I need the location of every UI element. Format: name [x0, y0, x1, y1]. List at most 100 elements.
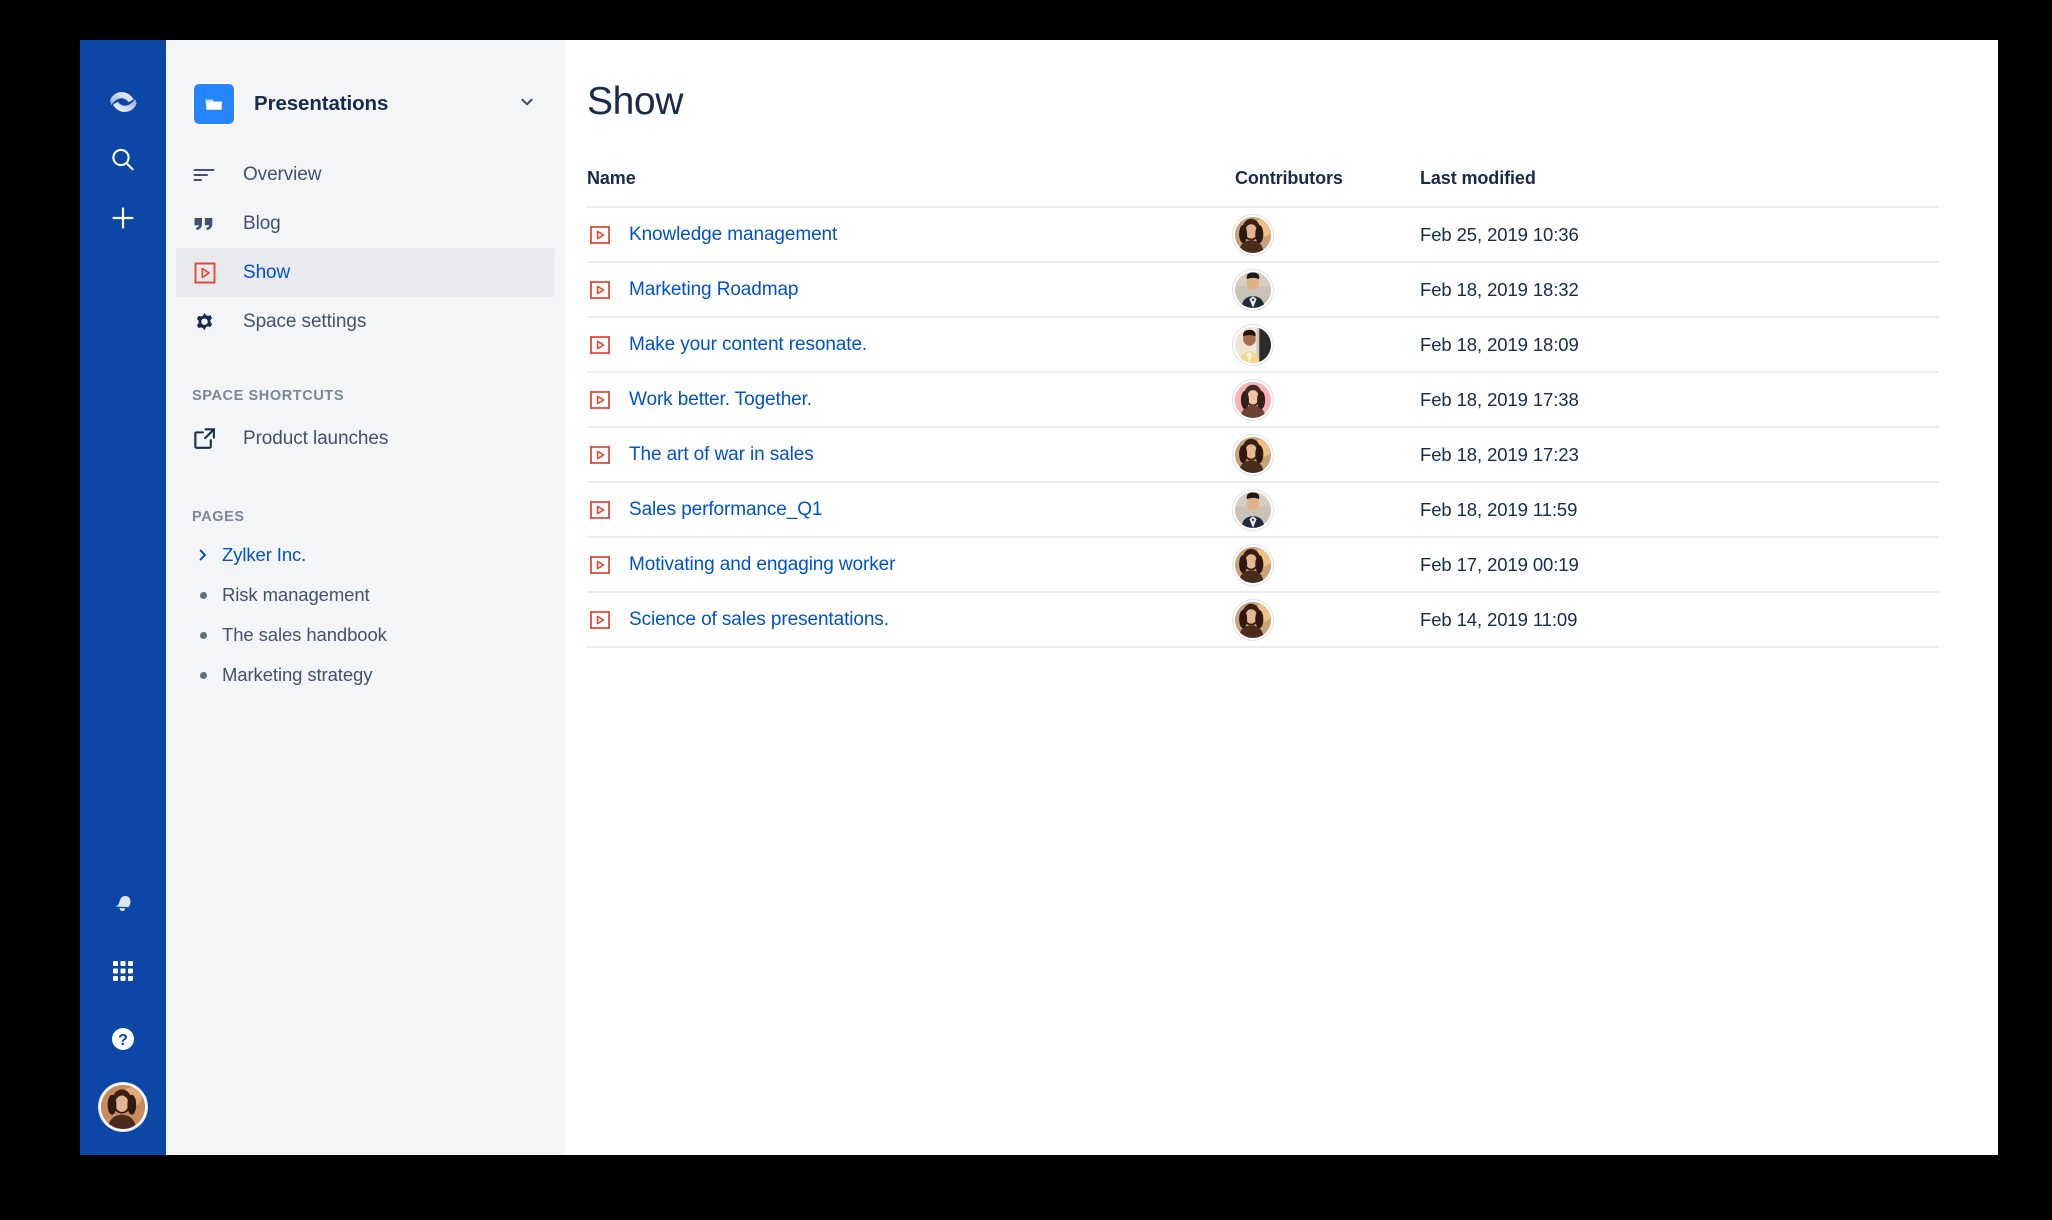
space-shortcuts-heading: SPACE SHORTCUTS	[192, 388, 345, 404]
sidebar-item-space-settings[interactable]: Space settings	[176, 297, 555, 346]
avatar[interactable]	[101, 1085, 145, 1129]
chevron-down-icon[interactable]	[519, 94, 535, 115]
column-header-contributors[interactable]: Contributors	[1235, 168, 1420, 208]
notifications-bell-icon[interactable]	[97, 877, 149, 929]
space-header[interactable]: Presentations	[166, 40, 565, 124]
contributor-avatar[interactable]	[1235, 381, 1271, 418]
app-switcher-grid-icon[interactable]	[97, 945, 149, 997]
page-title: Show	[587, 80, 683, 123]
last-modified-value: Feb 18, 2019 18:09	[1420, 333, 1579, 355]
table-row[interactable]: Science of sales presentations. Feb 14, …	[587, 592, 1939, 648]
search-icon[interactable]	[97, 134, 149, 186]
cell-name: Motivating and engaging worker	[587, 537, 1235, 593]
presentations-table: Name Contributors Last modified Knowledg…	[587, 168, 1939, 648]
space-folder-icon	[194, 84, 234, 124]
page-tree-item-marketing-strategy[interactable]: Marketing strategy	[166, 655, 565, 695]
cell-name: The art of war in sales	[587, 427, 1235, 483]
presentation-link[interactable]: Sales performance_Q1	[629, 499, 822, 521]
contributor-avatar[interactable]	[1235, 216, 1271, 253]
presentation-show-icon	[587, 387, 613, 413]
presentation-link[interactable]: Marketing Roadmap	[629, 279, 798, 301]
help-question-icon[interactable]: ?	[97, 1013, 149, 1065]
sidebar-item-product-launches[interactable]: Product launches	[176, 414, 555, 463]
user-avatar[interactable]	[97, 1081, 149, 1133]
cell-contributors	[1235, 482, 1420, 538]
space-sidebar: Presentations Overview Blog Show Space s…	[166, 40, 565, 1155]
cell-name: Sales performance_Q1	[587, 482, 1235, 538]
contributor-avatar[interactable]	[1235, 271, 1271, 308]
page-tree-item-zylker-inc[interactable]: Zylker Inc.	[166, 535, 565, 575]
confluence-logo-icon[interactable]	[97, 76, 149, 128]
sidebar-item-overview[interactable]: Overview	[176, 150, 555, 199]
space-shortcuts-list: Product launches	[166, 414, 565, 463]
last-modified-value: Feb 18, 2019 18:32	[1420, 278, 1579, 300]
table-row[interactable]: Knowledge management Feb 25, 2019 10:36	[587, 207, 1939, 263]
table-body: Knowledge management Feb 25, 2019 10:36 …	[587, 207, 1939, 648]
sidebar-item-blog[interactable]: Blog	[176, 199, 555, 248]
table-row[interactable]: Motivating and engaging worker Feb 17, 2…	[587, 537, 1939, 593]
presentation-link[interactable]: Knowledge management	[629, 224, 837, 246]
cell-contributors	[1235, 317, 1420, 373]
bullet-dot-icon	[192, 591, 214, 599]
cell-last-modified: Feb 18, 2019 18:32	[1420, 262, 1939, 318]
last-modified-value: Feb 18, 2019 17:38	[1420, 388, 1579, 410]
cell-contributors	[1235, 207, 1420, 263]
cell-last-modified: Feb 17, 2019 00:19	[1420, 537, 1939, 593]
sidebar-item-label: Overview	[243, 163, 322, 185]
contributor-avatar[interactable]	[1235, 436, 1271, 473]
contributor-avatar[interactable]	[1235, 546, 1271, 583]
space-title: Presentations	[254, 92, 389, 115]
sidebar-item-label: Product launches	[243, 427, 389, 449]
sidebar-item-show[interactable]: Show	[176, 248, 555, 297]
table-row[interactable]: The art of war in sales Feb 18, 2019 17:…	[587, 427, 1939, 483]
cell-contributors	[1235, 592, 1420, 648]
cell-contributors	[1235, 372, 1420, 428]
presentation-show-icon	[587, 497, 613, 523]
column-header-name[interactable]: Name	[587, 168, 1235, 208]
contributor-avatar[interactable]	[1235, 601, 1271, 638]
last-modified-value: Feb 17, 2019 00:19	[1420, 553, 1579, 575]
table-row[interactable]: Work better. Together. Feb 18, 2019 17:3…	[587, 372, 1939, 428]
cell-last-modified: Feb 18, 2019 17:23	[1420, 427, 1939, 483]
bullet-dot-icon	[192, 631, 214, 639]
table-row[interactable]: Sales performance_Q1 Feb 18, 2019 11:59	[587, 482, 1939, 538]
global-rail-bottom-group: ?	[80, 877, 166, 1133]
cell-last-modified: Feb 25, 2019 10:36	[1420, 207, 1939, 263]
create-icon[interactable]	[97, 192, 149, 244]
cell-last-modified: Feb 18, 2019 11:59	[1420, 482, 1939, 538]
presentation-link[interactable]: Motivating and engaging worker	[629, 554, 895, 576]
table-row[interactable]: Make your content resonate. Feb 18, 2019…	[587, 317, 1939, 373]
svg-text:?: ?	[118, 1032, 128, 1049]
page-tree-item-label: Marketing strategy	[222, 664, 373, 685]
page-tree-item-risk-management[interactable]: Risk management	[166, 575, 565, 615]
presentation-show-icon	[587, 442, 613, 468]
overview-lines-icon	[192, 163, 222, 187]
chevron-right-icon[interactable]	[192, 548, 214, 562]
table-header: Name Contributors Last modified	[587, 168, 1939, 208]
table-row[interactable]: Marketing Roadmap Feb 18, 2019 18:32	[587, 262, 1939, 318]
pages-tree: Zylker Inc. Risk management The sales ha…	[166, 535, 565, 695]
page-tree-item-the-sales-handbook[interactable]: The sales handbook	[166, 615, 565, 655]
contributor-avatar[interactable]	[1235, 491, 1271, 528]
contributor-avatar[interactable]	[1235, 326, 1271, 363]
presentation-link[interactable]: The art of war in sales	[629, 444, 814, 466]
cell-last-modified: Feb 18, 2019 18:09	[1420, 317, 1939, 373]
page-tree-item-label: Zylker Inc.	[222, 544, 307, 565]
presentation-link[interactable]: Science of sales presentations.	[629, 609, 889, 631]
sidebar-item-label: Show	[243, 261, 291, 283]
page-tree-item-label: The sales handbook	[222, 624, 387, 645]
presentation-show-icon	[587, 332, 613, 358]
presentation-link[interactable]: Make your content resonate.	[629, 334, 867, 356]
sidebar-item-label: Blog	[243, 212, 281, 234]
cell-name: Work better. Together.	[587, 372, 1235, 428]
cell-name: Science of sales presentations.	[587, 592, 1235, 648]
presentation-link[interactable]: Work better. Together.	[629, 389, 812, 411]
page-tree-item-label: Risk management	[222, 584, 370, 605]
blog-quote-icon	[192, 212, 222, 236]
pages-heading: PAGES	[192, 509, 245, 525]
last-modified-value: Feb 14, 2019 11:09	[1420, 608, 1578, 630]
column-header-last-modified[interactable]: Last modified	[1420, 168, 1939, 208]
presentation-show-icon	[587, 222, 613, 248]
last-modified-value: Feb 18, 2019 17:23	[1420, 443, 1579, 465]
presentation-show-icon	[587, 277, 613, 303]
